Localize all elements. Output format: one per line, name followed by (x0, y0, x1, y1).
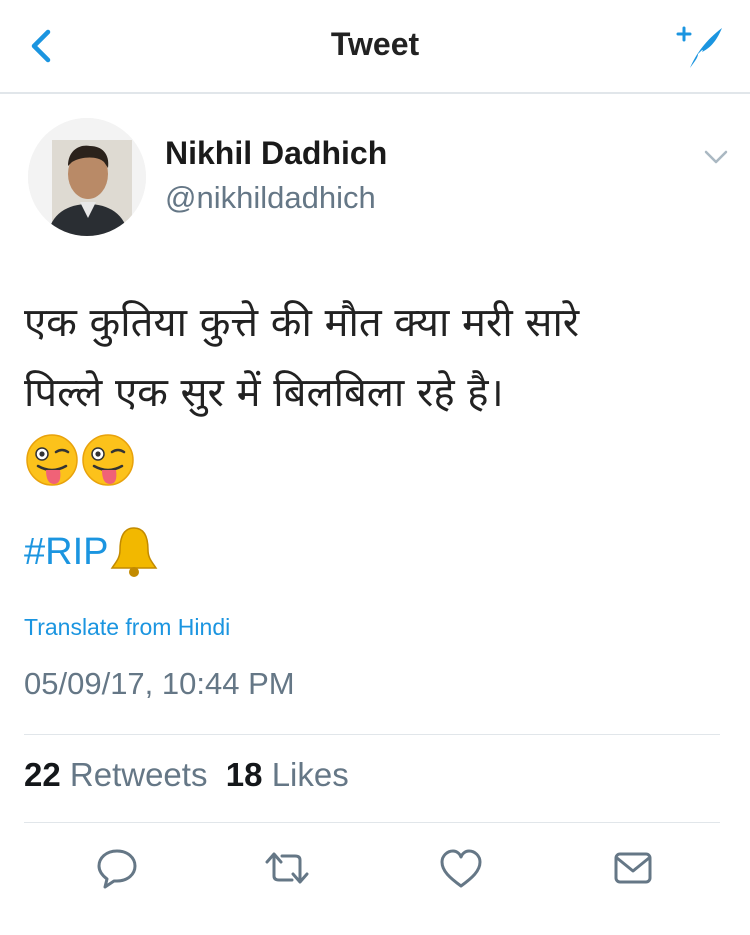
author-name[interactable]: Nikhil Dadhich (165, 135, 387, 172)
engagement-stats: 22 Retweets 18 Likes (24, 756, 349, 794)
bell-icon (111, 527, 158, 577)
reply-icon[interactable] (92, 844, 142, 892)
likes-stat[interactable]: 18 Likes (226, 756, 349, 793)
tweet-text-line: एक कुतिया कुत्ते की मौत क्या मरी सारे (24, 300, 580, 346)
likes-count: 18 (225, 756, 263, 793)
tweet-text: एक कुतिया कुत्ते की मौत क्या मरी सारे पि… (24, 288, 724, 428)
author-handle[interactable]: @nikhildadhich (165, 180, 376, 216)
page-title: Tweet (330, 26, 420, 62)
emoji-row (24, 432, 144, 488)
share-icon[interactable] (608, 844, 658, 892)
navigation-bar: Tweet (0, 0, 750, 94)
compose-tweet-icon[interactable] (672, 20, 728, 72)
likes-label: Likes (271, 756, 349, 793)
divider (24, 734, 720, 735)
like-icon[interactable] (436, 844, 486, 892)
divider (24, 822, 720, 823)
retweet-icon[interactable] (262, 844, 312, 892)
hashtag-link[interactable]: #RIP (24, 531, 108, 573)
retweets-label: Retweets (69, 756, 208, 793)
hashtag-line: #RIP (24, 524, 160, 580)
retweets-stat[interactable]: 22 Retweets (24, 756, 207, 793)
avatar[interactable] (28, 118, 146, 236)
chevron-down-icon[interactable] (703, 148, 729, 166)
tweet-timestamp: 05/09/17, 10:44 PM (24, 666, 295, 701)
retweets-count: 22 (24, 756, 61, 793)
profile-photo (28, 118, 146, 236)
winking-face-with-tongue-emoji (26, 434, 78, 486)
tweet-text-line: पिल्ले एक सुर में बिलबिला रहे है। (24, 370, 504, 416)
winking-face-with-tongue-emoji (82, 434, 134, 486)
translate-link[interactable]: Translate from Hindi (24, 614, 230, 641)
